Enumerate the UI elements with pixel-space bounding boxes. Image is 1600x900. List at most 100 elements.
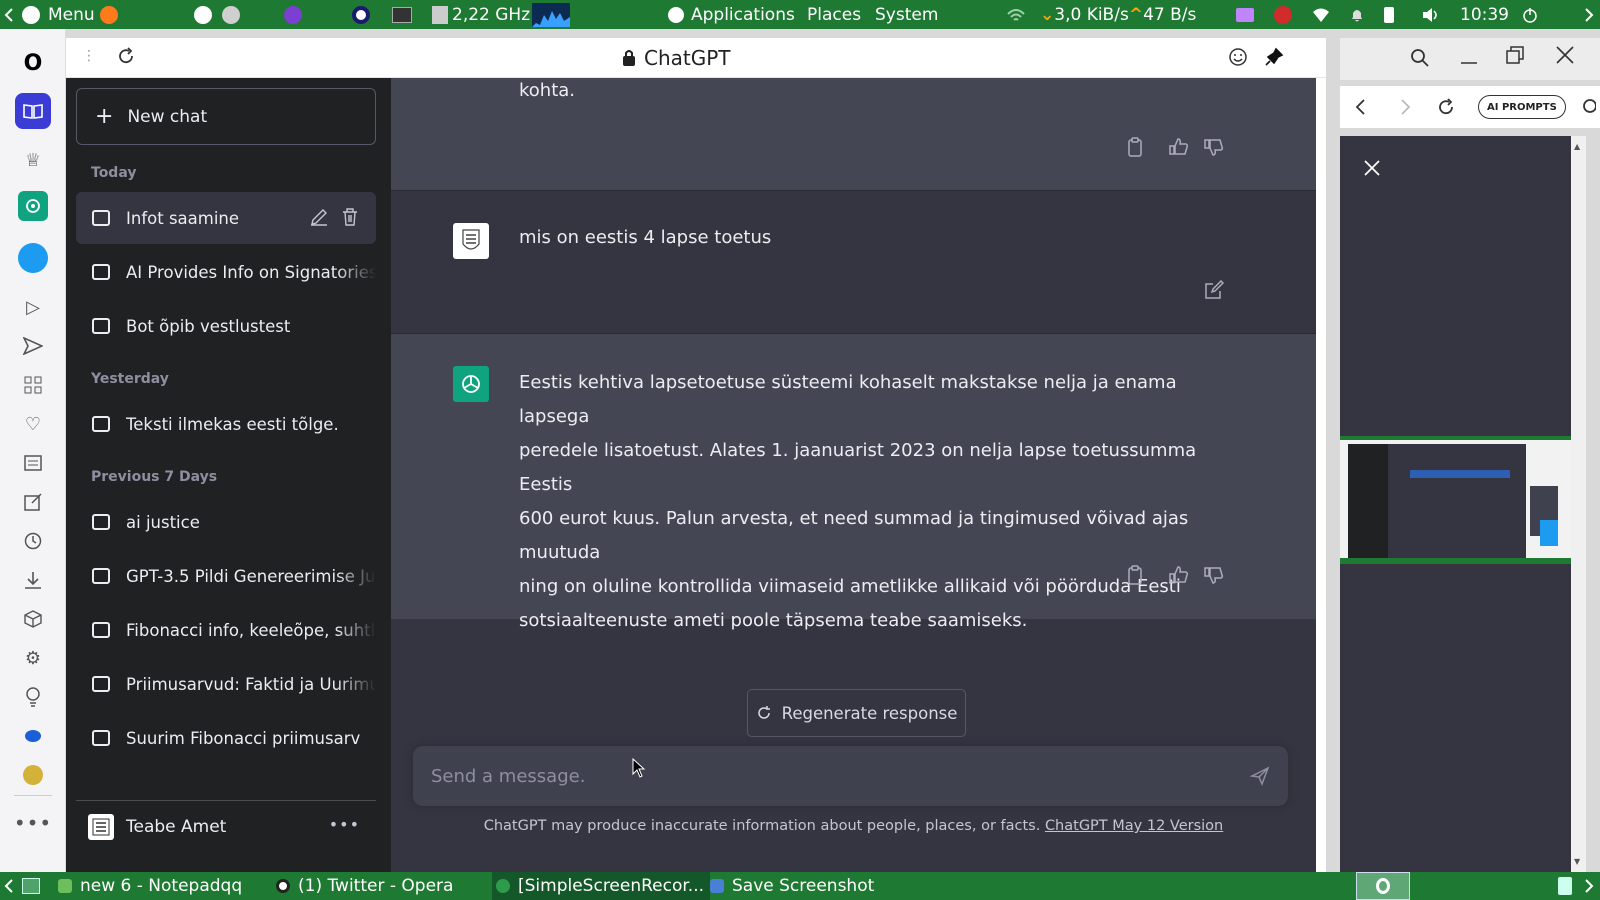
twitter-icon[interactable] <box>15 240 51 276</box>
panel-right-arrow[interactable] <box>1584 0 1594 29</box>
taskbar-right-arrow[interactable] <box>1584 872 1594 900</box>
launcher-terminal-icon[interactable] <box>392 0 412 29</box>
copy-icon[interactable] <box>1124 136 1146 158</box>
pin-icon[interactable] <box>1264 47 1284 71</box>
chat-item-ai-provides-info[interactable]: AI Provides Info on Signatories <box>76 246 376 298</box>
ai-prompts-button[interactable]: AI PROMPTS <box>1478 95 1566 119</box>
chat-item-infot-saamine[interactable]: Infot saamine <box>76 192 376 244</box>
user-menu-dots-icon[interactable]: ••• <box>329 815 360 834</box>
new-chat-button[interactable]: + New chat <box>76 88 376 145</box>
opera-logo-icon[interactable]: O <box>15 45 51 81</box>
thumbs-up-icon[interactable] <box>1168 564 1190 586</box>
user-account-row[interactable]: Teabe Amet ••• <box>76 800 376 852</box>
history-icon[interactable] <box>15 523 51 559</box>
edit-chart-icon[interactable] <box>15 484 51 520</box>
crown-icon[interactable]: ♕ <box>15 142 51 178</box>
tray-battery-icon[interactable] <box>1384 0 1394 29</box>
menu-button[interactable]: Menu <box>22 0 95 29</box>
chat-item-ai-justice[interactable]: ai justice <box>76 496 376 548</box>
section-today: Today <box>91 165 137 181</box>
workspaces-icon[interactable] <box>15 93 51 129</box>
version-link[interactable]: ChatGPT May 12 Version <box>1045 818 1223 834</box>
coin-icon[interactable] <box>15 757 51 793</box>
settings-gear-icon[interactable]: ⚙ <box>15 640 51 676</box>
apps-icon <box>668 0 688 29</box>
power-icon[interactable] <box>1522 0 1538 29</box>
extensions-cube-icon[interactable] <box>15 601 51 637</box>
heart-icon[interactable]: ♡ <box>15 406 51 442</box>
tray-volume-icon[interactable] <box>1422 0 1440 29</box>
screenshot-thumbnail[interactable] <box>1340 436 1571 564</box>
search-icon-partial[interactable] <box>1582 98 1596 116</box>
thumbs-down-icon[interactable] <box>1203 136 1225 158</box>
emoji-icon[interactable] <box>1228 47 1248 71</box>
thumbs-down-icon[interactable] <box>1203 564 1225 586</box>
search-icon[interactable] <box>1410 48 1430 72</box>
chat-item-teksti-ilmekas[interactable]: Teksti ilmekas eesti tõlge. <box>76 398 376 450</box>
chat-item-fibonacci-info[interactable]: Fibonacci info, keeleõpe, suhtl <box>76 604 376 656</box>
back-icon[interactable] <box>1354 98 1366 120</box>
chat-bubble-icon <box>92 568 110 584</box>
close-icon[interactable] <box>1364 160 1380 180</box>
recorder-icon <box>496 879 510 893</box>
tray-wifi-icon[interactable] <box>1312 0 1330 29</box>
edit-message-icon[interactable] <box>1203 279 1225 301</box>
copy-icon[interactable] <box>1124 564 1146 586</box>
workspace-switcher[interactable] <box>1356 872 1410 900</box>
minimize-icon[interactable] <box>1460 48 1478 72</box>
chat-item-label: Teksti ilmekas eesti tõlge. <box>126 414 339 434</box>
launcher-settings-icon[interactable] <box>222 0 244 29</box>
panel-left-arrow[interactable] <box>4 0 14 29</box>
chat-item-priimusarvud[interactable]: Priimusarvud: Faktid ja Uurimu <box>76 658 376 710</box>
more-icon[interactable]: ••• <box>14 805 51 841</box>
forward-icon[interactable] <box>1400 98 1412 120</box>
reload-icon[interactable] <box>116 46 136 70</box>
regenerate-response-button[interactable]: Regenerate response <box>747 689 966 737</box>
taskbar-opera[interactable]: (1) Twitter - Opera <box>276 872 453 900</box>
tray-record-icon[interactable] <box>1274 0 1296 29</box>
lightbulb-icon[interactable] <box>15 679 51 715</box>
tray-bell-icon[interactable] <box>1350 0 1364 29</box>
delete-icon[interactable] <box>342 208 358 230</box>
send-icon[interactable] <box>1249 766 1270 790</box>
chatgpt-sidebar-icon[interactable] <box>18 191 48 221</box>
taskbar-save-screenshot[interactable]: Save Screenshot <box>710 872 874 900</box>
taskbar-left-arrow[interactable] <box>4 872 14 900</box>
trash-icon[interactable] <box>1558 872 1572 900</box>
applications-menu[interactable]: Applications <box>691 0 795 29</box>
message-input[interactable] <box>431 762 1211 790</box>
tray-media-icon[interactable] <box>1236 0 1254 29</box>
chat-item-gpt35-pildi[interactable]: GPT-3.5 Pildi Genereerimise Ju <box>76 550 376 602</box>
thumbs-up-icon[interactable] <box>1168 136 1190 158</box>
places-menu[interactable]: Places <box>807 0 861 29</box>
player-icon[interactable]: ▷ <box>15 289 51 325</box>
apps-grid-icon[interactable] <box>15 367 51 403</box>
launcher-tor-icon[interactable] <box>284 0 306 29</box>
taskbar-label: Save Screenshot <box>732 876 875 896</box>
system-menu[interactable]: System <box>875 0 938 29</box>
clock[interactable]: 10:39 <box>1460 0 1509 29</box>
firefox-launcher-icon[interactable] <box>100 0 122 29</box>
system-label: System <box>875 4 939 25</box>
chat-item-suurim-fibonacci[interactable]: Suurim Fibonacci priimusarv <box>76 712 376 764</box>
chat-item-label: Infot saamine <box>126 208 240 228</box>
news-icon[interactable] <box>15 445 51 481</box>
page-title-bar[interactable]: ChatGPT <box>622 46 731 70</box>
send-icon[interactable] <box>15 328 51 364</box>
reload-icon[interactable] <box>1436 97 1456 121</box>
chat-item-bot-opib[interactable]: Bot õpib vestlustest <box>76 300 376 352</box>
messenger-icon[interactable] <box>15 718 51 754</box>
taskbar-notepadqq[interactable]: new 6 - Notepadqq <box>58 872 242 900</box>
edit-icon[interactable] <box>310 208 328 230</box>
launcher-a-icon[interactable] <box>194 0 216 29</box>
drag-handle-icon[interactable]: ⋮ <box>82 48 96 64</box>
avatar <box>88 813 114 840</box>
taskbar-label: [SimpleScreenRecor... <box>518 876 705 896</box>
taskbar-simplescreenrecorder[interactable]: [SimpleScreenRecor... <box>492 872 711 900</box>
side-window-scrollbar[interactable]: ▲ ▼ <box>1571 136 1586 872</box>
show-desktop-icon[interactable] <box>22 872 40 900</box>
launcher-opera-icon[interactable] <box>352 0 374 29</box>
downloads-icon[interactable] <box>15 562 51 598</box>
restore-icon[interactable] <box>1506 46 1524 68</box>
close-window-icon[interactable] <box>1556 46 1574 68</box>
